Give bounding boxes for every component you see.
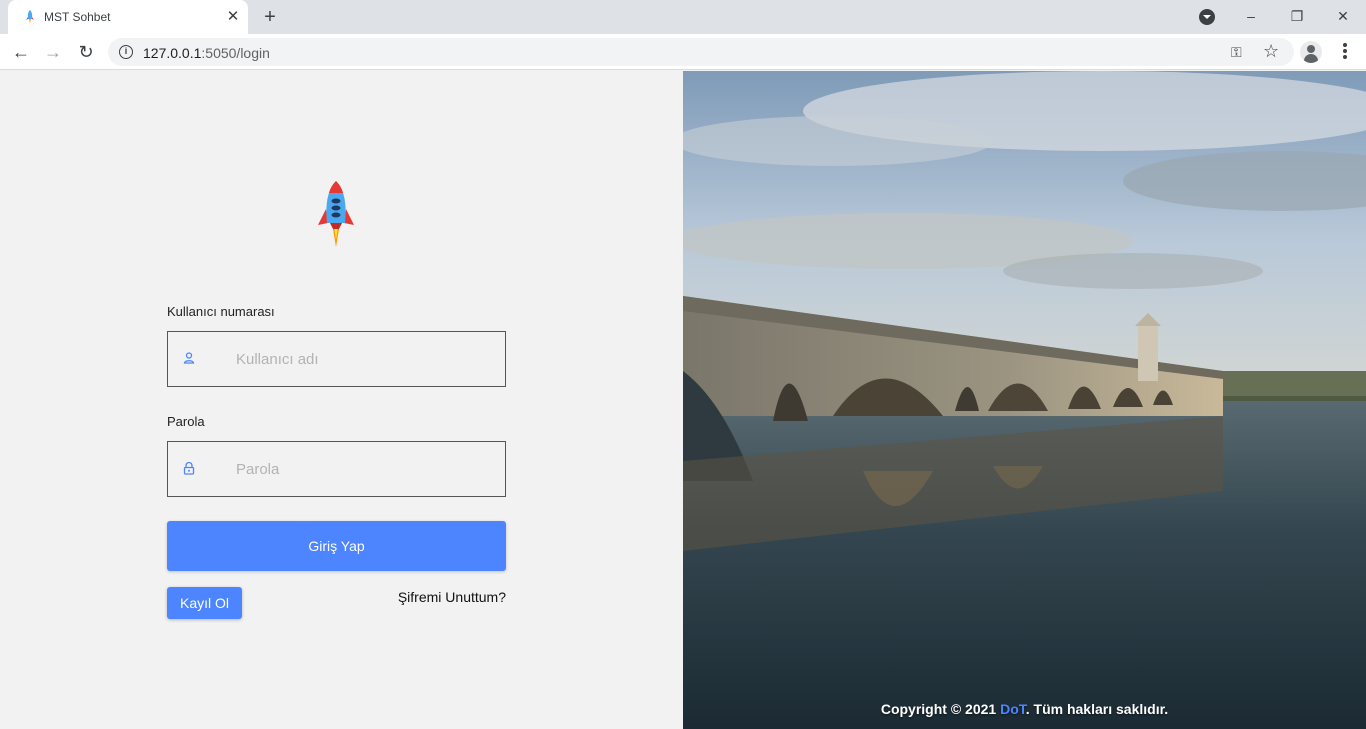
restore-button[interactable]: ❐ (1274, 2, 1320, 30)
browser-tab[interactable]: MST Sohbet ✕ (8, 0, 248, 34)
site-info-icon[interactable]: i (119, 45, 133, 59)
bookmark-star-icon[interactable]: ☆ (1263, 41, 1279, 62)
copyright-suffix: . Tüm hakları saklıdır. (1025, 701, 1169, 717)
new-tab-button[interactable]: + (258, 5, 282, 29)
password-label: Parola (167, 414, 205, 429)
copyright-footer: Copyright © 2021 DoT. Tüm hakları saklıd… (683, 701, 1366, 717)
url-host: 127.0.0.1 (143, 45, 202, 61)
browser-toolbar: ← → ↻ i 127.0.0.1:5050/login ⚿ ☆ (0, 34, 1366, 70)
tab-title: MST Sohbet (44, 10, 111, 24)
tab-search-icon[interactable] (1199, 9, 1215, 25)
login-button[interactable]: Giriş Yap (167, 521, 506, 571)
close-window-button[interactable]: ✕ (1320, 2, 1366, 30)
register-button[interactable]: Kayıl Ol (167, 587, 242, 619)
minimize-button[interactable]: – (1228, 2, 1274, 30)
profile-avatar-icon[interactable] (1300, 41, 1322, 63)
login-page: Kullanıcı numarası Parola Giriş Yap Kayı… (0, 71, 1366, 729)
reload-button[interactable]: ↻ (73, 39, 99, 65)
rocket-favicon-icon (26, 10, 34, 23)
login-panel: Kullanıcı numarası Parola Giriş Yap Kayı… (0, 71, 683, 729)
user-icon (183, 352, 195, 364)
bridge-landscape-image (683, 71, 1366, 729)
copyright-brand-link[interactable]: DoT (1000, 701, 1026, 717)
back-button[interactable]: ← (8, 39, 34, 65)
lock-icon (183, 461, 195, 475)
hero-image-panel: Copyright © 2021 DoT. Tüm hakları saklıd… (683, 71, 1366, 729)
copyright-prefix: Copyright © 2021 (880, 701, 1001, 717)
key-icon[interactable]: ⚿ (1231, 44, 1242, 61)
browser-menu-icon[interactable] (1337, 42, 1353, 62)
username-label: Kullanıcı numarası (167, 304, 275, 319)
url-path: :5050/login (201, 45, 270, 61)
forward-button[interactable]: → (40, 39, 66, 65)
username-input[interactable] (236, 332, 496, 386)
password-field[interactable] (167, 441, 506, 497)
address-bar[interactable]: i 127.0.0.1:5050/login ⚿ ☆ (108, 38, 1294, 66)
tab-close-icon[interactable]: ✕ (224, 8, 242, 26)
url-text[interactable]: 127.0.0.1:5050/login (143, 45, 270, 61)
username-field[interactable] (167, 331, 506, 387)
forgot-password-link[interactable]: Şifremi Unuttum? (380, 589, 506, 605)
browser-tab-strip: MST Sohbet ✕ + – ❐ ✕ (0, 0, 1366, 34)
rocket-logo-icon (318, 181, 354, 247)
password-input[interactable] (236, 442, 496, 496)
